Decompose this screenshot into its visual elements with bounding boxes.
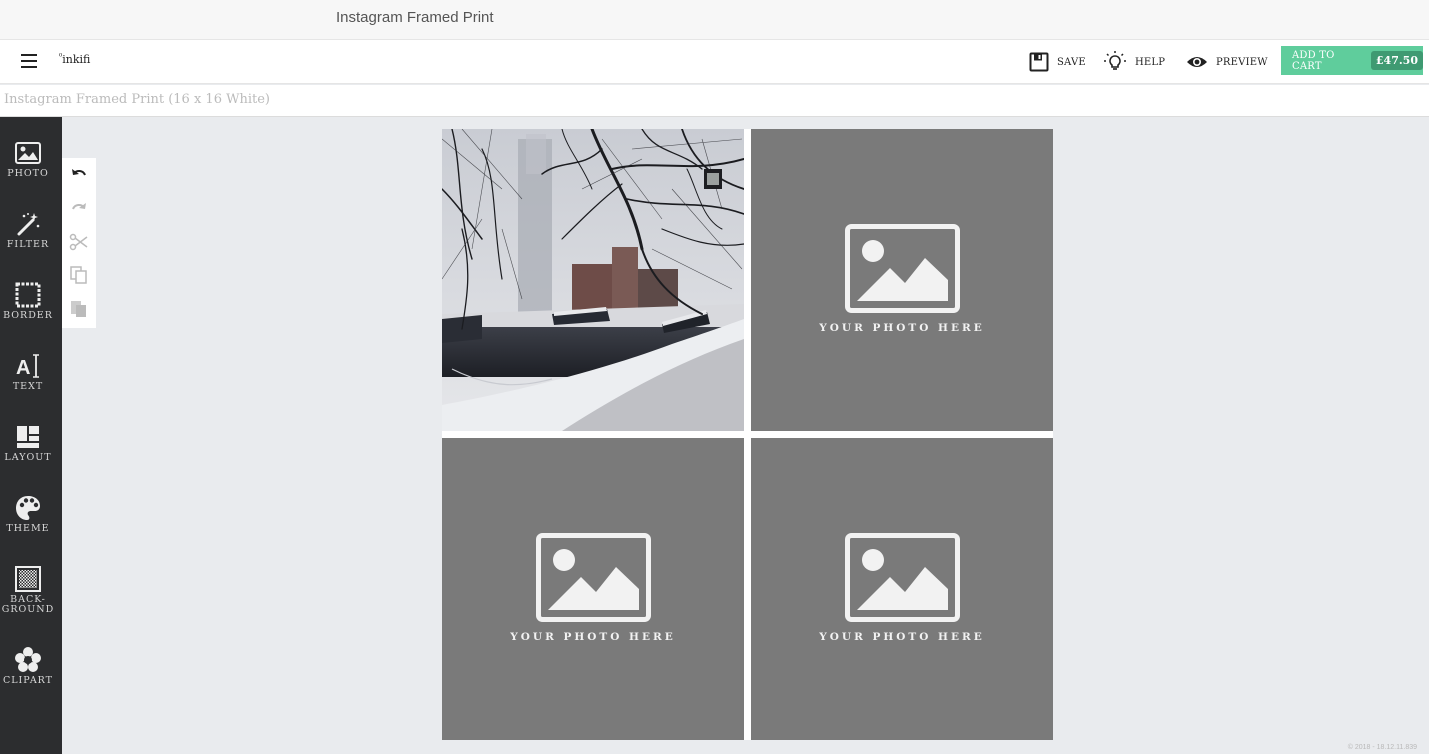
sidebar-label-theme: THEME (6, 523, 50, 534)
placeholder-text: YOUR PHOTO HERE (819, 322, 985, 334)
app-header: ⁰inkifi SAVE HELP PREVIEW (0, 40, 1429, 84)
copy-icon[interactable] (69, 265, 89, 285)
logo[interactable]: ⁰inkifi (59, 52, 91, 66)
background-label-line-2: GROUND (1, 604, 55, 615)
border-icon (15, 282, 41, 308)
undo-icon[interactable] (69, 165, 89, 185)
sidebar-item-photo[interactable]: PHOTO (0, 123, 62, 189)
lightbulb-icon (1104, 51, 1126, 70)
sidebar-label-layout: LAYOUT (4, 452, 52, 463)
sidebar-item-clipart[interactable]: CLIPART (0, 630, 62, 696)
placeholder-text: YOUR PHOTO HERE (510, 631, 676, 643)
sidebar-label-filter: FILTER (6, 239, 50, 250)
paste-icon[interactable] (69, 299, 89, 319)
eye-icon (1187, 57, 1207, 67)
tool-sidebar: PHOTO FILTER BORDER A TEXT LAYOUT THEME … (0, 117, 62, 754)
sidebar-item-text[interactable]: A TEXT (0, 336, 62, 402)
image-placeholder-icon (536, 533, 651, 622)
flower-icon (15, 647, 41, 672)
palette-icon (16, 496, 40, 520)
logo-mark: ⁰ (59, 52, 63, 61)
redo-icon[interactable] (69, 199, 89, 219)
photo-slot-1[interactable] (442, 129, 744, 431)
photo-slot-3[interactable]: YOUR PHOTO HERE (442, 438, 744, 740)
hamburger-menu-icon[interactable] (21, 52, 37, 70)
save-button[interactable]: SAVE (1029, 48, 1086, 76)
sidebar-item-theme[interactable]: THEME (0, 478, 62, 544)
product-subtitle: Instagram Framed Print (16 x 16 White) (4, 92, 270, 107)
sidebar-item-layout[interactable]: LAYOUT (0, 407, 62, 473)
add-to-cart-button[interactable]: ADD TO CART £47.50 (1281, 46, 1423, 75)
sidebar-item-background[interactable]: BACK- GROUND (0, 549, 62, 615)
snowy-canal-photo[interactable] (442, 129, 744, 431)
placeholder-text: YOUR PHOTO HERE (819, 631, 985, 643)
magic-wand-icon (17, 213, 40, 236)
layout-icon (17, 426, 39, 448)
text-icon: A (16, 354, 39, 379)
photo-icon (15, 142, 41, 164)
logo-text: inkifi (62, 53, 91, 66)
cut-icon[interactable] (69, 232, 89, 252)
edit-toolbar (62, 158, 96, 328)
photo-slot-2[interactable]: YOUR PHOTO HERE (751, 129, 1053, 431)
browser-tab-bar: Instagram Framed Print (0, 0, 1429, 40)
sidebar-label-text: TEXT (12, 381, 44, 392)
print-canvas: YOUR PHOTO HERE YOUR PHOTO HERE YOUR PHO… (442, 129, 1053, 740)
sidebar-item-filter[interactable]: FILTER (0, 194, 62, 260)
tab-title[interactable]: Instagram Framed Print (336, 9, 494, 26)
sidebar-label-clipart: CLIPART (2, 675, 54, 686)
background-icon (15, 566, 41, 592)
sidebar-label-photo: PHOTO (7, 168, 49, 179)
save-label: SAVE (1057, 56, 1086, 68)
save-icon (1029, 52, 1049, 72)
preview-label: PREVIEW (1216, 56, 1268, 68)
image-placeholder-icon (845, 224, 960, 313)
cart-price-badge: £47.50 (1370, 51, 1423, 70)
sidebar-label-background: BACK- GROUND (0, 595, 56, 615)
product-title-bar: Instagram Framed Print (16 x 16 White) (0, 85, 1429, 117)
photo-slot-4[interactable]: YOUR PHOTO HERE (751, 438, 1053, 740)
help-button[interactable]: HELP (1103, 48, 1165, 76)
image-placeholder-icon (845, 533, 960, 622)
version-text: © 2018 - 18.12.11.839 (1347, 744, 1417, 751)
sidebar-item-border[interactable]: BORDER (0, 265, 62, 331)
help-label: HELP (1135, 56, 1166, 68)
svg-text:A: A (16, 357, 30, 379)
add-to-cart-label: ADD TO CART (1292, 49, 1335, 72)
sidebar-label-border: BORDER (3, 310, 53, 321)
preview-button[interactable]: PREVIEW (1186, 48, 1268, 76)
